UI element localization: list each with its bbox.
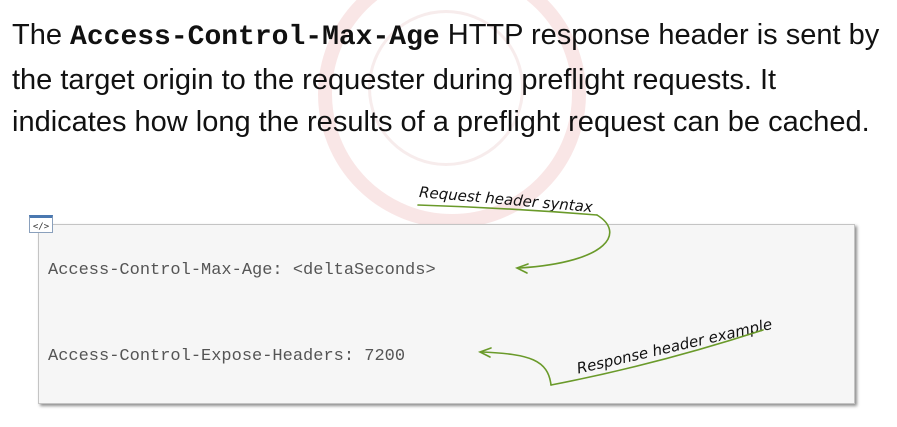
paragraph-text-before: The — [12, 19, 71, 51]
code-line-response-example: Access-Control-Expose-Headers: 7200 — [48, 347, 406, 366]
description-paragraph: The Access-Control-Max-Age HTTP response… — [12, 14, 882, 143]
code-block — [38, 224, 855, 404]
code-icon: </> — [29, 215, 53, 233]
code-line-request-syntax: Access-Control-Max-Age: <deltaSeconds> — [48, 261, 436, 280]
header-name-code: Access-Control-Max-Age — [70, 22, 440, 53]
